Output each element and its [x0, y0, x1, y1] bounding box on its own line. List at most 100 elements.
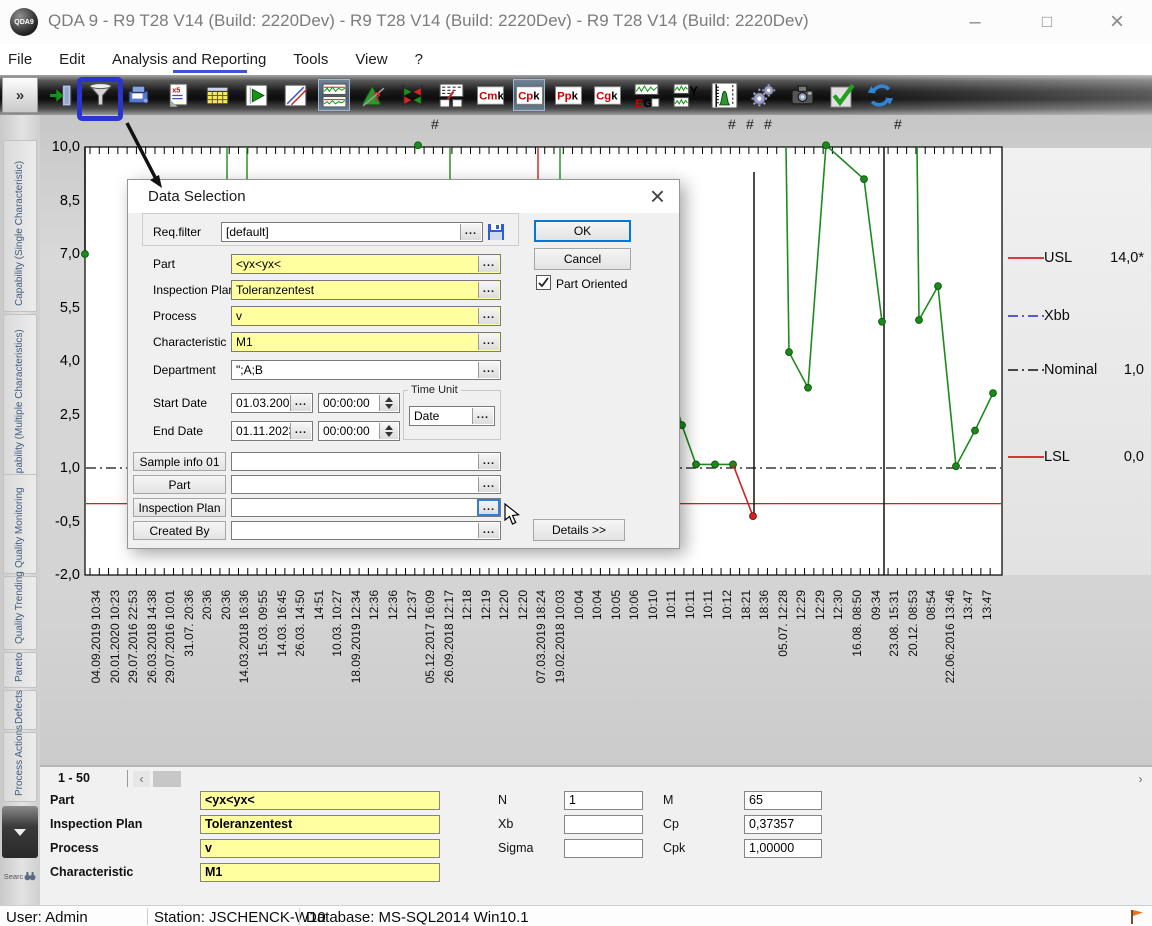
filter-field-created-by[interactable]: ...	[231, 521, 501, 540]
refresh-icon[interactable]	[865, 80, 895, 110]
cgk-button[interactable]: Cgk	[592, 80, 622, 110]
flag-icon[interactable]	[1128, 909, 1146, 925]
menu-item-item[interactable]: ?	[415, 51, 423, 68]
control-chart-icon[interactable]	[319, 80, 349, 110]
filter-button-sample-info-01[interactable]: Sample info 01	[133, 452, 226, 471]
y-chart-icon[interactable]: Y	[670, 80, 700, 110]
ellipsis-button[interactable]: ...	[478, 256, 499, 272]
dialog-field-process[interactable]: v...	[231, 306, 501, 326]
ellipsis-button[interactable]: ...	[478, 523, 499, 538]
dialog-close-icon[interactable]: ×	[650, 181, 665, 211]
spin-down-icon[interactable]	[385, 404, 393, 409]
sidebar-tab-quality-trending[interactable]: Quality Trending	[3, 576, 37, 650]
stat-field-cpk[interactable]: 1,00000	[744, 839, 822, 858]
menu-item-analysis-and-reporting[interactable]: Analysis and Reporting	[112, 51, 266, 68]
filter-field-sample-info-01[interactable]: ...	[231, 452, 501, 471]
sidebar-collapse-button[interactable]: »	[2, 77, 38, 113]
printer-icon[interactable]	[124, 80, 154, 110]
part-oriented-checkbox[interactable]	[536, 275, 551, 290]
menu-item-tools[interactable]: Tools	[293, 51, 328, 68]
run-chart-icon[interactable]	[241, 80, 271, 110]
exit-icon[interactable]	[46, 80, 76, 110]
apply-icon[interactable]	[826, 80, 856, 110]
dialog-field-part[interactable]: <yx<yx<...	[231, 254, 501, 274]
maximize-button[interactable]: □	[1030, 7, 1064, 37]
matrix-chart-icon[interactable]	[436, 80, 466, 110]
req-filter-field[interactable]: [default] ...	[221, 222, 483, 242]
ellipsis-button[interactable]: ...	[478, 362, 499, 378]
sidebar-tab-capability-multiple-characteristics[interactable]: Capability (Multiple Characteristics)	[3, 314, 37, 492]
capability-query-icon[interactable]: ?	[358, 80, 388, 110]
end-date-time-field[interactable]: 00:00:00	[318, 421, 400, 441]
table-icon[interactable]	[202, 80, 232, 110]
filter-button-part[interactable]: Part	[133, 475, 226, 494]
ellipsis-button[interactable]: ...	[460, 224, 481, 240]
filter-field-part[interactable]: ...	[231, 475, 501, 494]
ellipsis-button[interactable]: ...	[478, 308, 499, 324]
ellipsis-button[interactable]: ...	[478, 477, 499, 492]
histogram-icon[interactable]	[709, 80, 739, 110]
ellipsis-button[interactable]: ...	[290, 423, 311, 439]
cancel-button[interactable]: Cancel	[534, 248, 631, 270]
cmk-button[interactable]: Cmk	[475, 80, 505, 110]
bottom-field-process[interactable]: v	[200, 839, 440, 858]
tolerance-arrows-icon[interactable]	[397, 80, 427, 110]
svg-text:E: E	[635, 97, 643, 108]
stat-field-m[interactable]: 65	[744, 791, 822, 810]
snapshot-icon[interactable]	[787, 80, 817, 110]
cpk-button[interactable]: Cpk	[514, 80, 544, 110]
sidebar-tab-label: Defects	[14, 690, 25, 724]
save-icon[interactable]	[487, 223, 505, 241]
stat-field-cp[interactable]: 0,37357	[744, 815, 822, 834]
stat-field-n[interactable]: 1	[564, 791, 643, 810]
stat-field-xb[interactable]	[564, 815, 643, 834]
scroll-right-button[interactable]: ›	[1132, 771, 1149, 787]
dialog-field-inspection-plan[interactable]: Toleranzentest...	[231, 280, 501, 300]
dialog-field-characteristic[interactable]: M1...	[231, 332, 501, 352]
sidebar-tab-capability-single-characteristic[interactable]: Capability (Single Characteristic)	[3, 140, 37, 312]
spin-down-icon[interactable]	[385, 432, 393, 437]
start-date-time-field[interactable]: 00:00:00	[318, 393, 400, 413]
probability-plot-icon[interactable]	[280, 80, 310, 110]
dialog-field-department[interactable]: ";A;B...	[231, 360, 501, 380]
ellipsis-button[interactable]: ...	[478, 454, 499, 469]
time-unit-field[interactable]: Date ...	[409, 406, 495, 426]
eg-chart-icon[interactable]: EG	[631, 80, 661, 110]
start-date-field[interactable]: 01.03.2003...	[231, 393, 313, 413]
filter-button-created-by[interactable]: Created By	[133, 521, 226, 540]
menu-item-edit[interactable]: Edit	[59, 51, 85, 68]
spin-up-icon[interactable]	[385, 425, 393, 430]
scroll-left-button[interactable]: ‹	[133, 771, 150, 787]
svg-text:Ppk: Ppk	[557, 90, 579, 102]
ellipsis-button[interactable]: ...	[290, 395, 311, 411]
spin-up-icon[interactable]	[385, 397, 393, 402]
ellipsis-button[interactable]: ...	[478, 500, 499, 515]
time-spinner[interactable]	[379, 395, 398, 411]
filter-field-inspection-plan[interactable]: ...	[231, 498, 501, 517]
sidebar-search-button[interactable]: Searc	[2, 862, 38, 890]
sidebar-tab-pareto[interactable]: Pareto	[3, 652, 37, 688]
scrollbar-thumb[interactable]	[153, 771, 181, 787]
report-icon[interactable]: x5	[163, 80, 193, 110]
sidebar-more-button[interactable]	[2, 806, 38, 858]
minimize-button[interactable]: –	[958, 7, 992, 37]
close-window-button[interactable]: ×	[1100, 7, 1134, 37]
menu-item-view[interactable]: View	[355, 51, 387, 68]
bottom-field-inspection-plan[interactable]: Toleranzentest	[200, 815, 440, 834]
details-button[interactable]: Details >>	[533, 519, 625, 541]
stat-field-sigma[interactable]	[564, 839, 643, 858]
end-date-field[interactable]: 01.11.2023...	[231, 421, 313, 441]
ellipsis-button[interactable]: ...	[472, 408, 493, 424]
ppk-button[interactable]: Ppk	[553, 80, 583, 110]
ellipsis-button[interactable]: ...	[478, 334, 499, 350]
settings-icon[interactable]	[748, 80, 778, 110]
menu-item-file[interactable]: File	[8, 51, 32, 68]
bottom-field-part[interactable]: <yx<yx<	[200, 791, 440, 810]
sidebar-tab-process-actions[interactable]: Process Actions	[3, 732, 37, 802]
ok-button[interactable]: OK	[534, 220, 631, 242]
time-spinner[interactable]	[379, 423, 398, 439]
sidebar-tab-quality-monitoring[interactable]: Quality Monitoring	[3, 474, 37, 574]
ellipsis-button[interactable]: ...	[478, 282, 499, 298]
bottom-field-characteristic[interactable]: M1	[200, 863, 440, 882]
filter-button-inspection-plan[interactable]: Inspection Plan	[133, 498, 226, 517]
